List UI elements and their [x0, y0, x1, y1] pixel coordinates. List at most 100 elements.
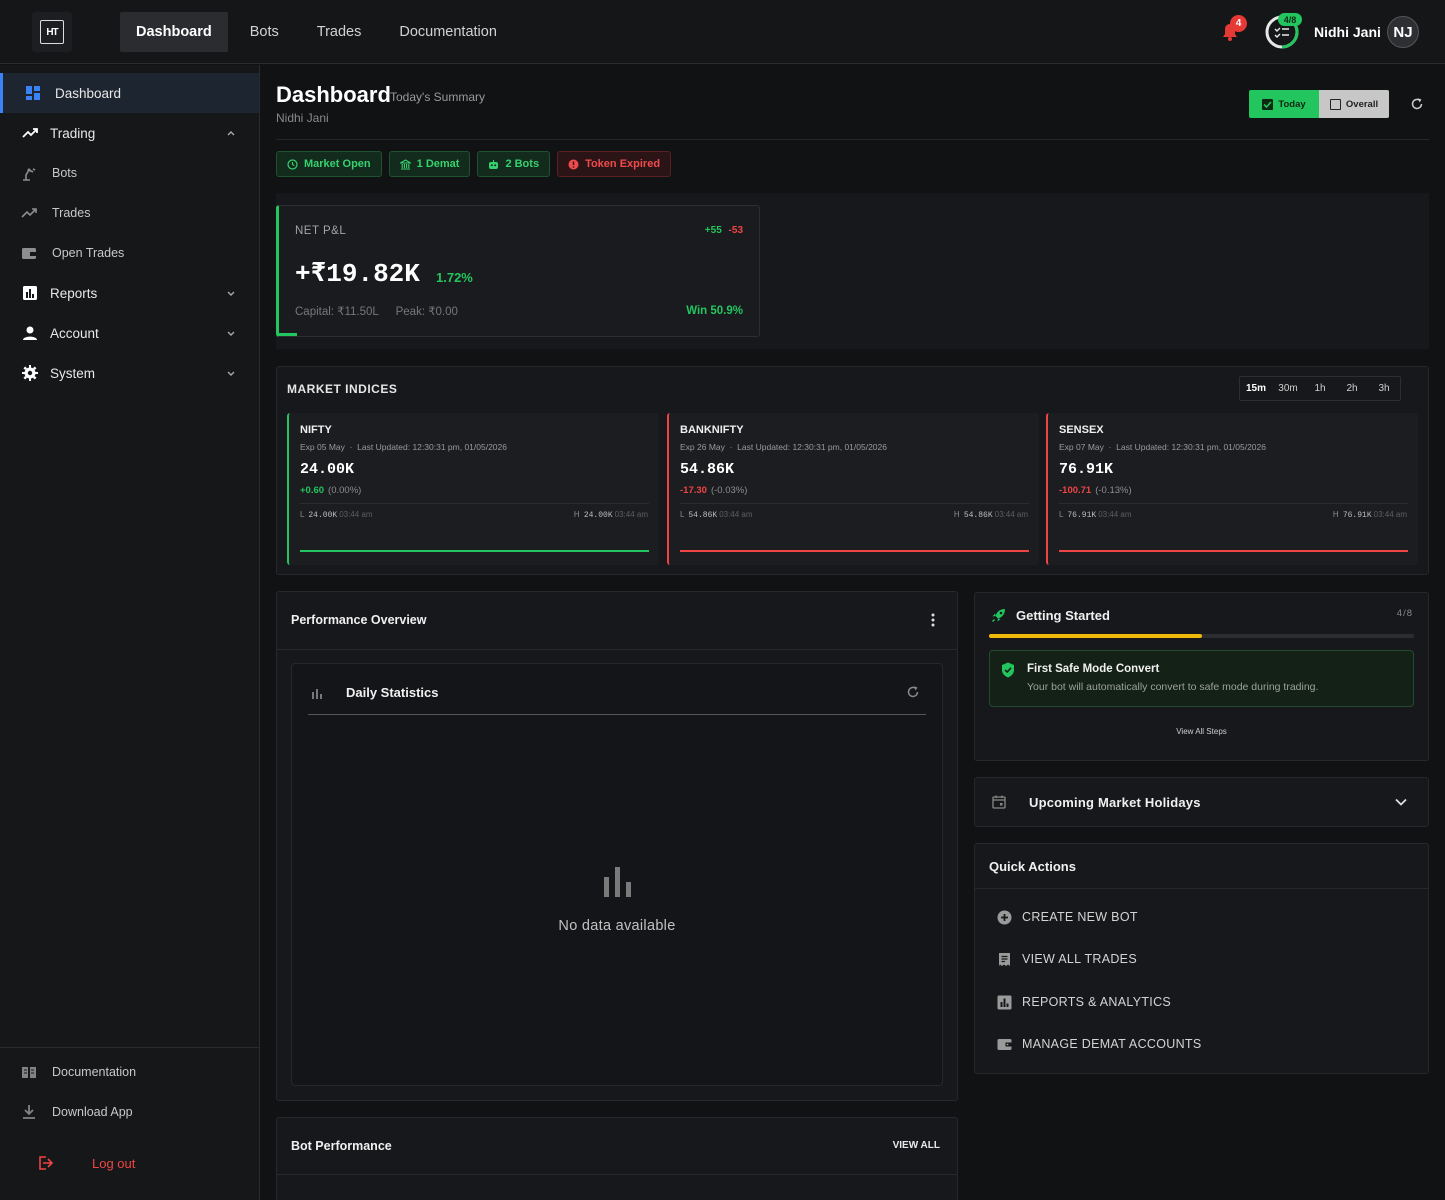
wallet-icon — [22, 248, 36, 259]
panel-divider — [277, 1174, 957, 1175]
net-pnl-card[interactable]: NET P&L +55 -53 +₹19.82K 1.72% Capital: … — [276, 205, 760, 337]
market-indices-panel: MARKET INDICES 15m 30m 1h 2h 3h NIFTY Ex… — [276, 366, 1429, 575]
sidebar-item-account[interactable]: Account — [0, 313, 259, 353]
timeframe-15m[interactable]: 15m — [1240, 377, 1272, 400]
index-card-banknifty[interactable]: BANKNIFTY Exp 26 May · Last Updated: 12:… — [667, 413, 1039, 565]
index-expiry: Exp 07 May — [1059, 442, 1104, 452]
index-updated: Last Updated: 12:30:31 pm, 01/05/2026 — [737, 442, 887, 452]
sidebar-item-documentation[interactable]: Documentation — [0, 1052, 259, 1092]
sidebar-item-reports[interactable]: Reports — [0, 273, 259, 313]
index-update: Exp 05 May · Last Updated: 12:30:31 pm, … — [300, 442, 507, 452]
sidebar-item-open-trades[interactable]: Open Trades — [0, 233, 259, 273]
download-icon — [23, 1105, 35, 1119]
market-indices-title: MARKET INDICES — [287, 382, 398, 396]
more-vert-icon[interactable] — [931, 613, 935, 627]
index-change: -17.30 (-0.03%) — [680, 485, 747, 496]
index-low: L 54.86K 03:44 am — [680, 510, 753, 520]
view-all-button[interactable]: VIEW ALL — [893, 1140, 940, 1151]
quick-action-demat[interactable]: MANAGE DEMAT ACCOUNTS — [997, 1034, 1201, 1054]
index-name: NIFTY — [300, 424, 332, 436]
checkbox-checked-icon — [1262, 98, 1274, 110]
refresh-icon[interactable] — [906, 685, 920, 699]
quick-actions-title: Quick Actions — [989, 859, 1076, 874]
page-subtitle: Today's Summary — [390, 90, 485, 104]
logout-icon — [39, 1156, 53, 1170]
market-holidays-title: Upcoming Market Holidays — [1029, 795, 1201, 810]
timeframe-30m[interactable]: 30m — [1272, 377, 1304, 400]
market-holidays-panel[interactable]: Upcoming Market Holidays — [974, 777, 1429, 827]
sidebar-item-trades[interactable]: Trades — [0, 193, 259, 233]
quick-action-view-trades[interactable]: VIEW ALL TRADES — [997, 949, 1137, 969]
quick-action-label: REPORTS & ANALYTICS — [1022, 995, 1172, 1009]
index-card-sensex[interactable]: SENSEX Exp 07 May · Last Updated: 12:30:… — [1046, 413, 1418, 565]
chip-bots[interactable]: 2 Bots — [477, 151, 551, 177]
timeframe-3h[interactable]: 3h — [1368, 377, 1400, 400]
bar-chart-icon — [997, 995, 1012, 1009]
toggle-overall[interactable]: Overall — [1319, 90, 1389, 118]
notification-badge: 4 — [1230, 15, 1247, 32]
bot-performance-title: Bot Performance — [291, 1139, 392, 1153]
index-change-value: +0.60 — [300, 485, 325, 496]
index-updated: Last Updated: 12:30:31 pm, 01/05/2026 — [357, 442, 507, 452]
chip-demat[interactable]: 1 Demat — [388, 151, 471, 177]
getting-started-title: Getting Started — [1016, 608, 1110, 623]
period-toggle: Today Overall — [1249, 90, 1389, 118]
quick-action-create-bot[interactable]: CREATE NEW BOT — [997, 907, 1138, 927]
index-low-time: 03:44 am — [339, 510, 373, 519]
pnl-label: NET P&L — [295, 225, 347, 237]
quick-action-label: CREATE NEW BOT — [1022, 910, 1138, 924]
daily-statistics-card: Daily Statistics No data available — [291, 663, 943, 1086]
chevron-down-icon[interactable] — [1394, 796, 1408, 808]
top-bar: HT Dashboard Bots Trades Documentation 4… — [0, 0, 1445, 64]
quick-action-label: MANAGE DEMAT ACCOUNTS — [1022, 1037, 1202, 1051]
chevron-down-icon — [227, 371, 235, 376]
user-name[interactable]: Nidhi Jani — [1314, 24, 1381, 40]
chevron-down-icon — [227, 331, 235, 336]
daily-statistics-title: Daily Statistics — [346, 685, 439, 700]
index-sparkline — [300, 550, 649, 552]
getting-started-count: 4/8 — [1396, 608, 1413, 619]
chip-market-status[interactable]: Market Open — [276, 151, 382, 177]
empty-state-text: No data available — [558, 918, 676, 934]
nav-trades[interactable]: Trades — [301, 12, 378, 52]
index-update: Exp 07 May · Last Updated: 12:30:31 pm, … — [1059, 442, 1266, 452]
sidebar-divider — [0, 1047, 259, 1048]
timeframe-1h[interactable]: 1h — [1304, 377, 1336, 400]
bank-icon — [399, 158, 411, 170]
shield-icon — [1002, 662, 1014, 678]
index-card-nifty[interactable]: NIFTY Exp 05 May · Last Updated: 12:30:3… — [287, 413, 659, 565]
index-high: H 76.91K 03:44 am — [1332, 510, 1407, 520]
logout-button[interactable]: Log out — [0, 1143, 259, 1183]
sidebar-item-trading[interactable]: Trading — [0, 113, 259, 153]
header-divider — [276, 139, 1429, 140]
chip-label: 1 Demat — [416, 158, 460, 170]
index-value: 24.00K — [300, 461, 355, 478]
quick-action-reports[interactable]: REPORTS & ANALYTICS — [997, 992, 1171, 1012]
chip-label: Market Open — [304, 158, 371, 170]
chip-token-status[interactable]: Token Expired — [557, 151, 672, 177]
toggle-today[interactable]: Today — [1249, 90, 1319, 118]
sidebar-item-dashboard[interactable]: Dashboard — [0, 73, 259, 113]
capital-value: Capital: ₹11.50L — [295, 306, 379, 318]
sidebar-item-bots[interactable]: Bots — [0, 153, 259, 193]
refresh-icon[interactable] — [1410, 97, 1424, 111]
timeframe-2h[interactable]: 2h — [1336, 377, 1368, 400]
nav-bots[interactable]: Bots — [234, 12, 295, 52]
nav-dashboard[interactable]: Dashboard — [120, 12, 228, 52]
view-all-steps-button[interactable]: View All Steps — [975, 727, 1428, 736]
index-sparkline — [1059, 550, 1408, 552]
sidebar-item-label: Trading — [50, 125, 96, 141]
sidebar-item-label: Bots — [52, 166, 78, 180]
current-step-card[interactable]: First Safe Mode Convert Your bot will au… — [989, 650, 1414, 707]
app-logo[interactable]: HT — [32, 12, 72, 52]
wallet-icon — [997, 1038, 1012, 1050]
index-low: L 76.91K 03:44 am — [1059, 510, 1132, 520]
avatar[interactable]: NJ — [1387, 16, 1419, 48]
sidebar-item-system[interactable]: System — [0, 353, 259, 393]
index-change-pct: (-0.03%) — [710, 485, 748, 496]
sidebar-item-download-app[interactable]: Download App — [0, 1092, 259, 1132]
index-change: -100.71 (-0.13%) — [1059, 485, 1132, 496]
performance-title: Performance Overview — [291, 613, 427, 627]
sidebar-item-label: Reports — [50, 285, 98, 301]
nav-documentation[interactable]: Documentation — [383, 12, 513, 52]
